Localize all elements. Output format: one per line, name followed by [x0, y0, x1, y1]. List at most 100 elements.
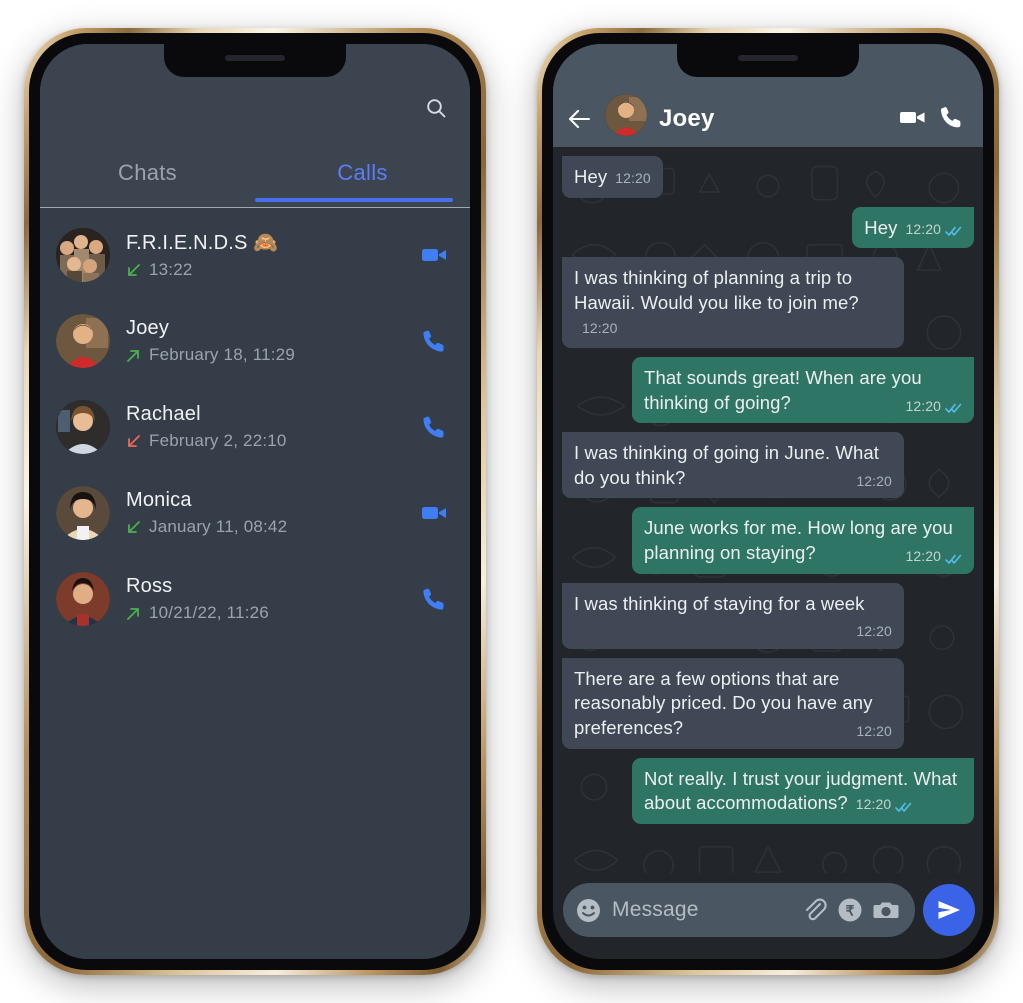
call-contact-name: Monica	[126, 489, 192, 511]
message-row: June works for me. How long are you plan…	[562, 507, 974, 574]
message-text: Hey	[864, 216, 898, 238]
call-row[interactable]: Monica January 11, 08:42	[40, 470, 470, 556]
call-info: Ross 10/21/22, 11:26	[126, 575, 420, 623]
camera-icon[interactable]	[873, 897, 899, 923]
voice-call-icon[interactable]	[938, 104, 965, 131]
message-time: 12:20	[905, 220, 941, 237]
left-phone-device: Chats Calls F.R.I.E.N.D.S 🙈 13:22 Joey F…	[24, 28, 486, 975]
call-contact-name: F.R.I.E.N.D.S 🙈	[126, 232, 279, 254]
call-meta: February 2, 22:10	[126, 431, 420, 451]
read-receipt-double-check-icon	[945, 223, 962, 237]
message-bubble-incoming[interactable]: I was thinking of planning a trip to Haw…	[562, 257, 904, 348]
incoming-call-arrow-icon	[126, 520, 141, 535]
chat-screen: Joey Hey 12:20 Hey 12:20 I was thinking …	[553, 44, 983, 959]
paperclip-icon[interactable]	[801, 897, 827, 923]
message-meta: 12:20	[856, 722, 892, 741]
message-input[interactable]: Message ₹	[563, 883, 915, 937]
tab-bar: Chats Calls	[40, 147, 470, 207]
message-meta: 12:20	[856, 622, 892, 641]
message-text: I was thinking of going in June. What do…	[574, 442, 880, 488]
message-row: That sounds great! When are you thinking…	[562, 356, 974, 424]
chat-title: Joey	[659, 105, 715, 132]
message-bubble-incoming[interactable]: I was thinking of staying for a week 12:2…	[562, 582, 904, 649]
tab-active-indicator	[255, 198, 453, 202]
voice-call-icon[interactable]	[420, 327, 448, 355]
calls-screen: Chats Calls F.R.I.E.N.D.S 🙈 13:22 Joey F…	[40, 44, 470, 959]
phones-stage: Chats Calls F.R.I.E.N.D.S 🙈 13:22 Joey F…	[0, 0, 1023, 1003]
voice-call-icon[interactable]	[420, 413, 448, 441]
message-bubble-outgoing[interactable]: Hey 12:20	[852, 206, 974, 249]
read-receipt-double-check-icon	[895, 799, 912, 812]
message-bubble-incoming[interactable]: There are a few options that are reasona…	[562, 657, 904, 749]
message-text: Hey	[574, 166, 608, 187]
call-row[interactable]: Ross 10/21/22, 11:26	[40, 556, 470, 642]
message-time: 12:20	[905, 547, 941, 564]
send-button[interactable]	[923, 884, 975, 936]
avatar	[56, 400, 110, 454]
avatar	[56, 486, 110, 540]
video-call-icon[interactable]	[899, 104, 926, 131]
message-meta: 12:20	[582, 319, 618, 338]
message-row: I was thinking of staying for a week 12:2…	[562, 582, 974, 649]
rupee-payment-icon[interactable]: ₹	[837, 897, 863, 923]
emoji-icon[interactable]	[575, 897, 602, 924]
message-row: Hey 12:20	[562, 206, 974, 249]
message-row: I was thinking of going in June. What do…	[562, 432, 974, 499]
outgoing-call-arrow-icon	[126, 606, 141, 621]
left-phone-screen: Chats Calls F.R.I.E.N.D.S 🙈 13:22 Joey F…	[40, 44, 470, 959]
video-call-icon[interactable]	[420, 499, 448, 527]
message-composer: Message ₹	[553, 873, 983, 959]
call-timestamp: February 18, 11:29	[149, 345, 295, 364]
message-bubble-outgoing[interactable]: Not really. I trust your judgment. What …	[632, 757, 974, 824]
notch	[164, 44, 346, 77]
tab-chats[interactable]: Chats	[40, 147, 255, 207]
avatar[interactable]	[605, 94, 647, 136]
call-timestamp: 13:22	[149, 260, 193, 279]
call-info: F.R.I.E.N.D.S 🙈 13:22	[126, 230, 420, 280]
message-time: 12:20	[855, 796, 892, 813]
call-info: Joey February 18, 11:29	[126, 317, 420, 365]
call-contact-name: Joey	[126, 317, 170, 339]
search-icon[interactable]	[424, 96, 448, 120]
left-phone-bezel: Chats Calls F.R.I.E.N.D.S 🙈 13:22 Joey F…	[29, 33, 481, 970]
message-row: Hey 12:20	[562, 156, 974, 198]
right-phone-screen: Joey Hey 12:20 Hey 12:20 I was thinking …	[553, 44, 983, 959]
message-bubble-incoming[interactable]: Hey 12:20	[562, 156, 663, 198]
right-phone-bezel: Joey Hey 12:20 Hey 12:20 I was thinking …	[542, 33, 994, 970]
message-meta: 12:20	[856, 795, 913, 814]
message-meta: 12:20	[856, 472, 892, 491]
call-meta: February 18, 11:29	[126, 345, 420, 365]
message-meta: 12:20	[905, 397, 962, 416]
read-receipt-double-check-icon	[945, 551, 962, 564]
voice-call-icon[interactable]	[420, 585, 448, 613]
message-time: 12:20	[856, 722, 892, 739]
avatar	[56, 314, 110, 368]
message-text: I was thinking of staying for a week	[574, 592, 865, 614]
call-contact-name: Ross	[126, 575, 173, 597]
message-time: 12:20	[615, 170, 651, 186]
call-timestamp: 10/21/22, 11:26	[149, 603, 269, 622]
message-time: 12:20	[905, 397, 941, 414]
message-bubble-outgoing[interactable]: That sounds great! When are you thinking…	[632, 356, 974, 424]
call-meta: 13:22	[126, 260, 420, 280]
call-row[interactable]: F.R.I.E.N.D.S 🙈 13:22	[40, 212, 470, 298]
call-info: Rachael February 2, 22:10	[126, 403, 420, 451]
tab-divider	[40, 207, 470, 208]
message-row: There are a few options that are reasona…	[562, 657, 974, 749]
notch	[677, 44, 859, 77]
call-log-list: F.R.I.E.N.D.S 🙈 13:22 Joey February 18, …	[40, 208, 470, 959]
outgoing-call-arrow-icon	[126, 348, 141, 363]
video-call-icon[interactable]	[420, 241, 448, 269]
missed-call-arrow-icon	[126, 434, 141, 449]
call-row[interactable]: Rachael February 2, 22:10	[40, 384, 470, 470]
message-list[interactable]: Hey 12:20 Hey 12:20 I was thinking of pl…	[553, 147, 983, 873]
message-bubble-outgoing[interactable]: June works for me. How long are you plan…	[632, 507, 974, 574]
call-timestamp: January 11, 08:42	[149, 517, 288, 536]
call-meta: 10/21/22, 11:26	[126, 603, 420, 623]
back-arrow-icon[interactable]	[567, 106, 593, 132]
incoming-call-arrow-icon	[126, 263, 141, 278]
message-text: That sounds great! When are you thinking…	[644, 366, 922, 413]
right-phone-device: Joey Hey 12:20 Hey 12:20 I was thinking …	[537, 28, 999, 975]
message-bubble-incoming[interactable]: I was thinking of going in June. What do…	[562, 432, 904, 499]
call-row[interactable]: Joey February 18, 11:29	[40, 298, 470, 384]
